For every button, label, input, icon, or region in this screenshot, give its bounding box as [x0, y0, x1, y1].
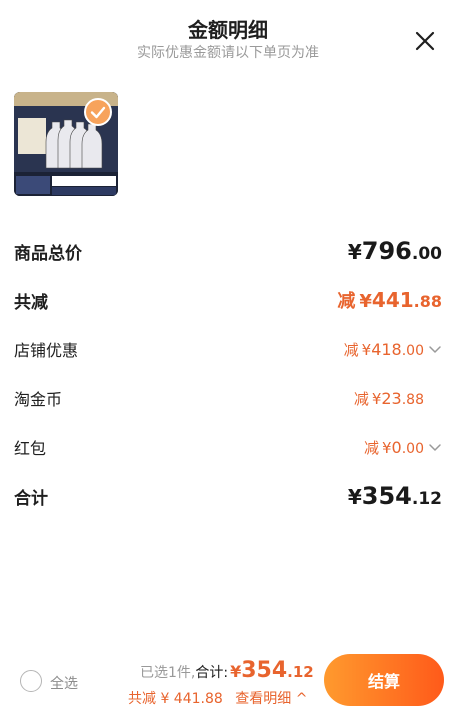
- panel-header: 金额明细 实际优惠金额请以下单页为准: [0, 0, 456, 80]
- store-discount-value: 减 ¥ 418 .00: [344, 339, 424, 360]
- amount-integer: 796: [361, 237, 412, 265]
- page-title: 金额明细: [188, 18, 268, 42]
- check-icon: [90, 106, 106, 119]
- amount-integer: 354: [241, 658, 288, 683]
- total-reduce-label: 共减: [14, 292, 48, 313]
- taojinbi-label: 淘金币: [14, 390, 63, 409]
- currency-symbol: ¥: [359, 291, 372, 312]
- reduce-prefix: 减: [363, 438, 379, 457]
- selected-check-badge: [84, 98, 112, 126]
- amount-integer: 418: [371, 339, 402, 359]
- amount-decimal: .00: [401, 440, 424, 457]
- amount-decimal: .88: [401, 391, 424, 408]
- chevron-down-icon[interactable]: [428, 440, 442, 454]
- chevron-down-icon[interactable]: [428, 342, 442, 356]
- currency-symbol: ¥: [382, 438, 392, 457]
- amount-integer: 0: [391, 437, 402, 457]
- product-thumbnail[interactable]: [14, 92, 118, 196]
- amount-decimal: .00: [411, 244, 442, 264]
- amount-integer: 354: [361, 482, 412, 510]
- total-row: 合计 ¥ 354 .12: [14, 481, 442, 511]
- currency-symbol: ¥: [230, 662, 242, 681]
- total-reduce-value: 减 ¥ 441 .88: [337, 287, 442, 313]
- close-button[interactable]: [412, 28, 438, 54]
- select-all-label[interactable]: 全选: [50, 673, 78, 693]
- amount-decimal: .12: [287, 663, 314, 681]
- close-icon: [415, 31, 435, 51]
- taojinbi-value: 减 ¥ 23 .88: [354, 388, 424, 409]
- store-discount-row[interactable]: 店铺优惠 减 ¥ 418 .00: [14, 334, 442, 364]
- reduce-prefix: 减: [343, 340, 359, 359]
- view-detail-link[interactable]: 查看明细 ^: [235, 691, 307, 707]
- store-discount-label: 店铺优惠: [14, 341, 79, 360]
- total-summary: 已选1件, 合计: ¥ 354 .12: [140, 658, 314, 683]
- amount-decimal: .00: [401, 342, 424, 359]
- amount-decimal: .12: [411, 489, 442, 509]
- amount-decimal: .88: [413, 292, 442, 311]
- amount-integer: 23: [381, 388, 402, 408]
- hongbao-row[interactable]: 红包 减 ¥ 0 .00: [14, 432, 442, 462]
- goods-total-row: 商品总价 ¥ 796 .00: [14, 236, 442, 266]
- reduce-summary: 共减 ¥ 441.88 查看明细 ^: [128, 688, 307, 708]
- total-label: 合计: [14, 488, 48, 509]
- goods-total-value: ¥ 796 .00: [348, 237, 442, 265]
- reduce-prefix: 减: [353, 389, 369, 408]
- taojinbi-row: 淘金币 减 ¥ 23 .88: [14, 383, 442, 413]
- select-all-radio[interactable]: [20, 670, 42, 692]
- selected-count: 已选1件,: [140, 665, 196, 681]
- reduce-summary-text: 共减 ¥ 441.88: [128, 691, 223, 707]
- currency-symbol: ¥: [361, 340, 372, 359]
- page-subtitle: 实际优惠金额请以下单页为准: [137, 45, 319, 61]
- amount-integer: 441: [371, 288, 414, 312]
- currency-symbol: ¥: [371, 389, 382, 408]
- reduce-prefix: 减: [337, 291, 356, 312]
- summary-total-label: 合计:: [195, 665, 229, 681]
- currency-symbol: ¥: [347, 485, 362, 509]
- goods-total-label: 商品总价: [14, 243, 82, 264]
- total-value: ¥ 354 .12: [348, 482, 442, 510]
- checkout-button[interactable]: 结算: [324, 654, 444, 706]
- total-reduce-row: 共减 减 ¥ 441 .88: [14, 285, 442, 315]
- checkout-bar: 全选 已选1件, 合计: ¥ 354 .12 共减 ¥ 441.88 查看明细 …: [0, 640, 456, 720]
- currency-symbol: ¥: [347, 240, 362, 264]
- hongbao-value: 减 ¥ 0 .00: [364, 437, 424, 458]
- hongbao-label: 红包: [14, 439, 47, 458]
